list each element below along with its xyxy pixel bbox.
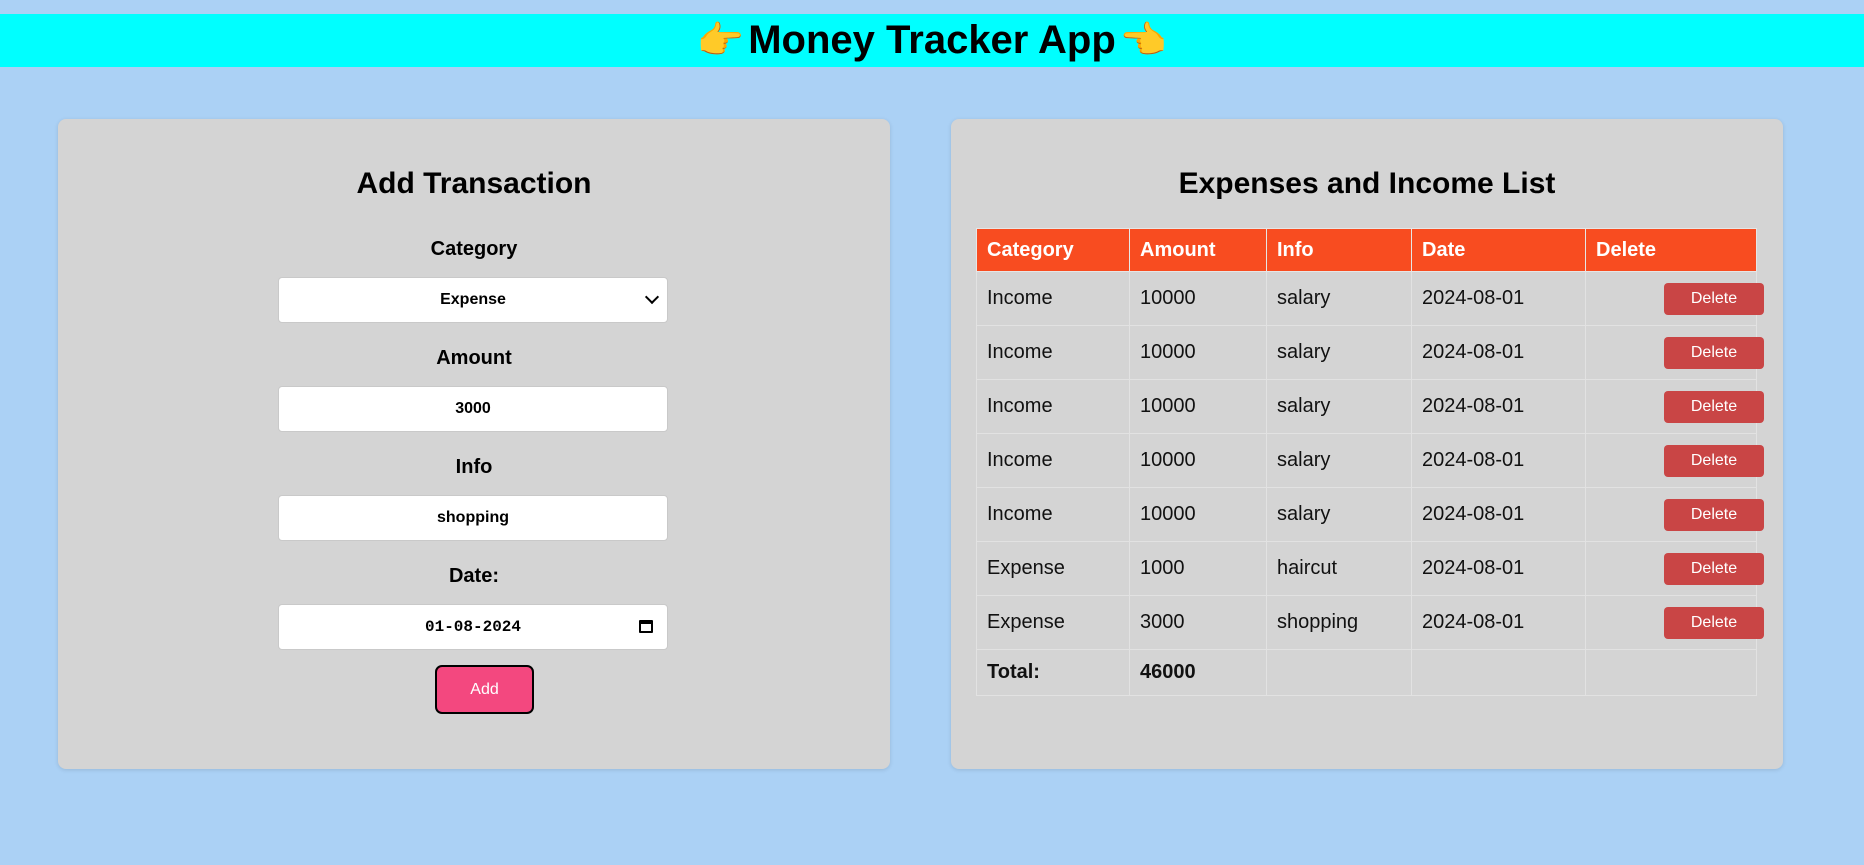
row-delete-cell: Delete [1585, 595, 1764, 650]
row-amount: 10000 [1129, 433, 1267, 488]
row-category: Expense [976, 541, 1130, 596]
date-label: Date: [448, 565, 499, 587]
delete-button[interactable]: Delete [1664, 499, 1764, 531]
row-delete-cell: Delete [1585, 433, 1764, 488]
row-date: 2024-08-01 [1411, 271, 1586, 326]
row-date: 2024-08-01 [1411, 541, 1586, 596]
row-category: Expense [976, 595, 1130, 650]
expenses-income-title: Expenses and Income List [1178, 167, 1556, 200]
total-label: Total: [976, 649, 1130, 696]
row-delete-cell: Delete [1585, 271, 1764, 326]
chevron-down-icon [644, 289, 660, 305]
row-info: salary [1266, 271, 1412, 326]
row-date: 2024-08-01 [1411, 433, 1586, 488]
row-amount: 10000 [1129, 271, 1267, 326]
table-row: Income 10000 salary 2024-08-01 Delete [976, 487, 1764, 542]
row-info: salary [1266, 487, 1412, 542]
row-delete-cell: Delete [1585, 325, 1764, 380]
date-input-value: 01-08-2024 [424, 618, 521, 636]
row-amount: 10000 [1129, 325, 1267, 380]
add-transaction-title: Add Transaction [356, 167, 592, 200]
total-value: 46000 [1129, 649, 1267, 696]
add-transaction-panel: Add Transaction Category Expense Amount … [58, 119, 890, 769]
table-row: Expense 1000 haircut 2024-08-01 Delete [976, 541, 1764, 596]
info-input-value: shopping [437, 509, 509, 526]
delete-button[interactable]: Delete [1664, 337, 1764, 369]
category-select-value: Expense [440, 291, 506, 308]
row-info: haircut [1266, 541, 1412, 596]
column-header-date: Date [1411, 228, 1586, 272]
total-empty-cell [1266, 649, 1412, 696]
column-header-info: Info [1266, 228, 1412, 272]
column-header-amount: Amount [1129, 228, 1267, 272]
row-category: Income [976, 379, 1130, 434]
row-category: Income [976, 487, 1130, 542]
delete-button[interactable]: Delete [1664, 445, 1764, 477]
row-info: salary [1266, 433, 1412, 488]
app-title-group: 👉 Money Tracker App 👈 [697, 18, 1167, 63]
add-button[interactable]: Add [435, 665, 534, 714]
row-delete-cell: Delete [1585, 541, 1764, 596]
column-header-delete: Delete [1585, 228, 1757, 272]
amount-input[interactable]: 3000 [278, 386, 668, 432]
amount-input-value: 3000 [455, 400, 491, 417]
row-date: 2024-08-01 [1411, 379, 1586, 434]
delete-button[interactable]: Delete [1664, 391, 1764, 423]
total-empty-cell [1585, 649, 1757, 696]
row-amount: 3000 [1129, 595, 1267, 650]
category-select[interactable]: Expense [278, 277, 668, 323]
row-date: 2024-08-01 [1411, 595, 1586, 650]
table-row: Income 10000 salary 2024-08-01 Delete [976, 433, 1764, 488]
table-row: Income 10000 salary 2024-08-01 Delete [976, 271, 1764, 326]
info-input[interactable]: shopping [278, 495, 668, 541]
row-category: Income [976, 325, 1130, 380]
row-delete-cell: Delete [1585, 379, 1764, 434]
table-row: Income 10000 salary 2024-08-01 Delete [976, 325, 1764, 380]
delete-button[interactable]: Delete [1664, 283, 1764, 315]
column-header-category: Category [976, 228, 1130, 272]
transactions-table: Category Amount Info Date Delete Income … [976, 228, 1764, 696]
total-row: Total: 46000 [976, 649, 1757, 696]
row-date: 2024-08-01 [1411, 487, 1586, 542]
row-amount: 1000 [1129, 541, 1267, 596]
amount-label: Amount [436, 347, 512, 369]
calendar-icon[interactable] [639, 620, 653, 633]
date-input[interactable]: 01-08-2024 [278, 604, 668, 650]
total-empty-cell [1411, 649, 1586, 696]
category-label: Category [430, 238, 518, 260]
table-row: Expense 3000 shopping 2024-08-01 Delete [976, 595, 1764, 650]
row-amount: 10000 [1129, 487, 1267, 542]
pointing-right-hand-icon: 👉 [696, 19, 745, 62]
row-info: shopping [1266, 595, 1412, 650]
info-label: Info [455, 456, 493, 478]
app-header: 👉 Money Tracker App 👈 [0, 14, 1864, 67]
row-info: salary [1266, 379, 1412, 434]
app-title: Money Tracker App [748, 18, 1116, 62]
table-header-row: Category Amount Info Date Delete [976, 228, 1757, 272]
row-category: Income [976, 433, 1130, 488]
row-category: Income [976, 271, 1130, 326]
table-row: Income 10000 salary 2024-08-01 Delete [976, 379, 1764, 434]
delete-button[interactable]: Delete [1664, 553, 1764, 585]
delete-button[interactable]: Delete [1664, 607, 1764, 639]
expenses-income-panel: Expenses and Income List Category Amount… [951, 119, 1783, 769]
row-info: salary [1266, 325, 1412, 380]
row-date: 2024-08-01 [1411, 325, 1586, 380]
pointing-left-hand-icon: 👈 [1119, 19, 1168, 62]
row-delete-cell: Delete [1585, 487, 1764, 542]
row-amount: 10000 [1129, 379, 1267, 434]
